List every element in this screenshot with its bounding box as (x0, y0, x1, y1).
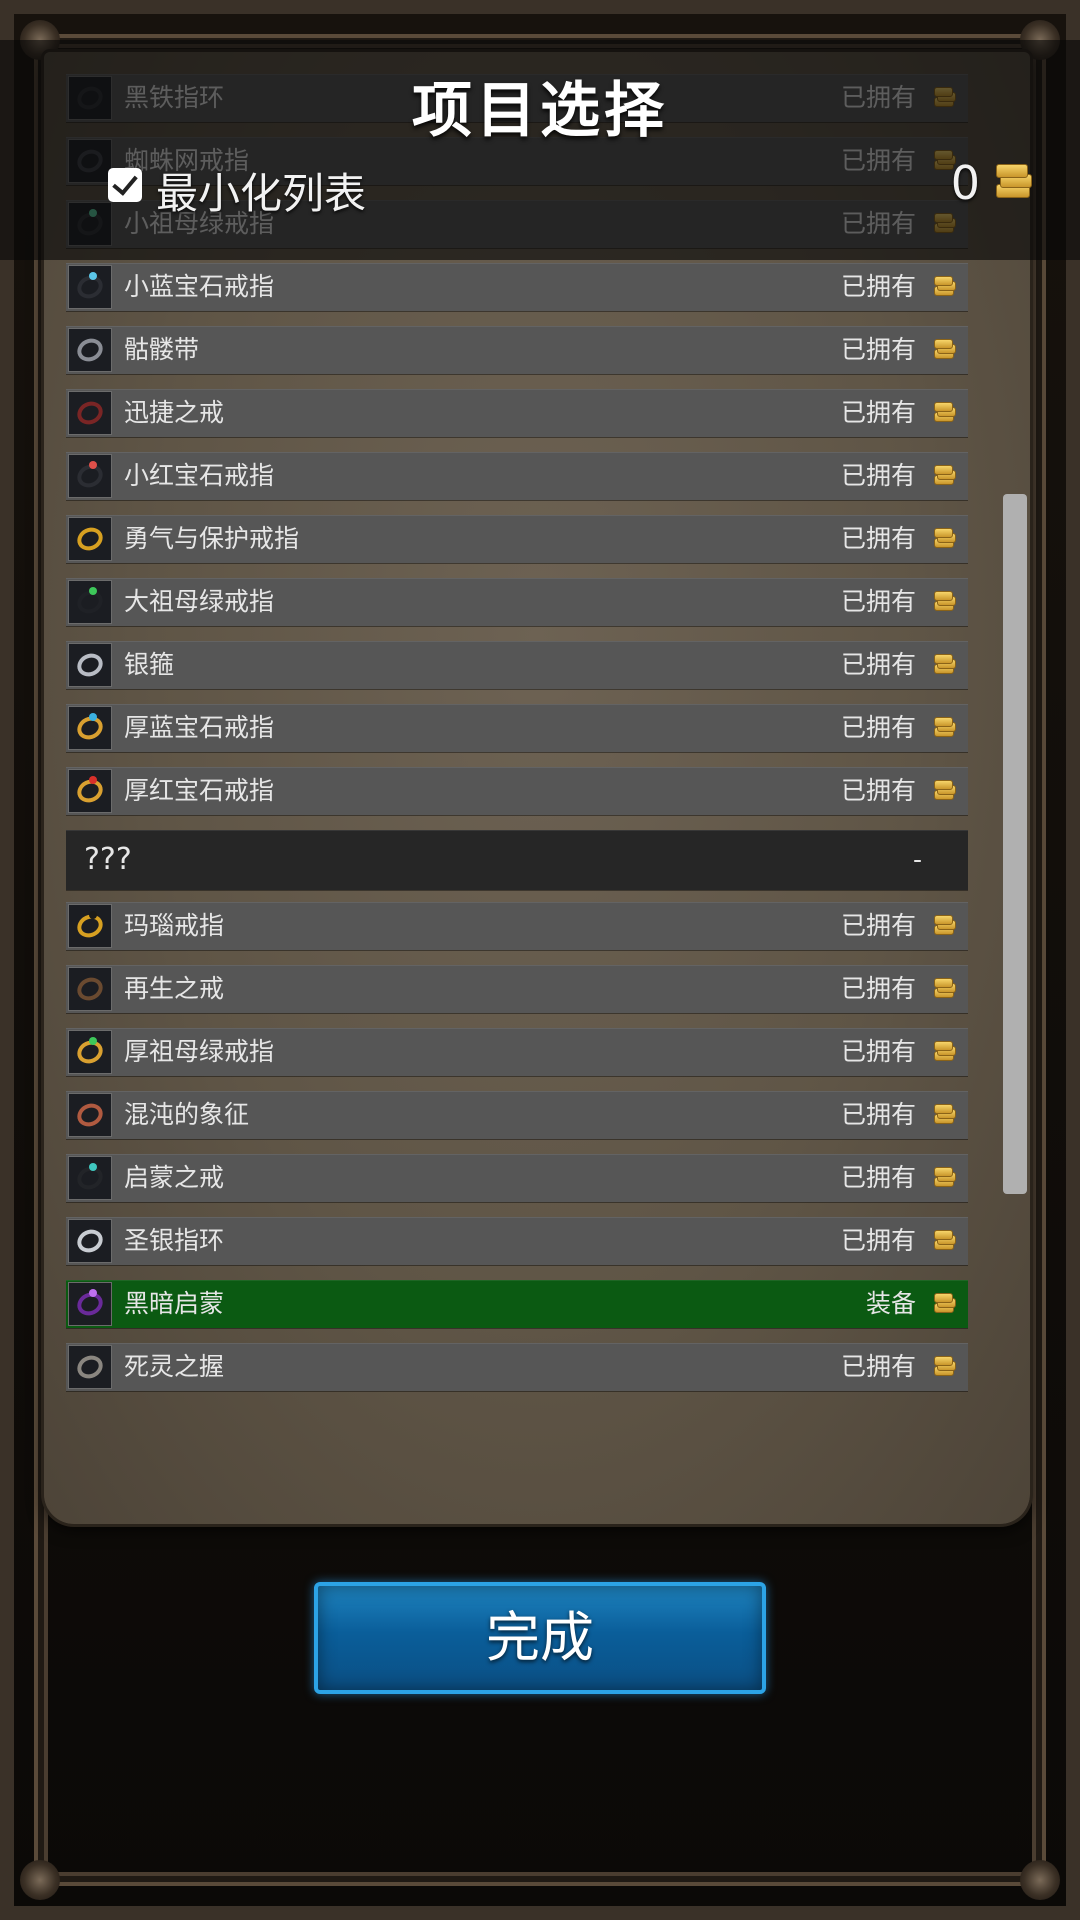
checkmark-icon (112, 169, 138, 196)
item-name: 混沌的象征 (124, 1100, 250, 1129)
item-status: - (912, 845, 922, 874)
gold-coin-icon (932, 1041, 956, 1061)
item-status: 已拥有 (840, 524, 916, 553)
ring-icon (68, 580, 112, 624)
item-name: ??? (84, 842, 132, 877)
ring-icon (68, 706, 112, 750)
list-item[interactable]: 再生之戒 已拥有 (66, 965, 968, 1013)
item-name: 迅捷之戒 (124, 398, 225, 427)
item-name: 银箍 (124, 650, 175, 679)
item-status: 装备 (865, 1289, 916, 1318)
item-status: 已拥有 (840, 587, 916, 616)
list-item[interactable]: 小蓝宝石戒指 已拥有 (66, 263, 968, 311)
gold-coins-icon (992, 160, 1034, 200)
item-name: 玛瑙戒指 (124, 911, 225, 940)
item-name: 死灵之握 (124, 1352, 225, 1381)
ring-icon (68, 967, 112, 1011)
item-name: 启蒙之戒 (124, 1163, 225, 1192)
item-name: 厚红宝石戒指 (124, 776, 275, 805)
list-item[interactable]: 银箍 已拥有 (66, 641, 968, 689)
item-status: 已拥有 (840, 1226, 916, 1255)
gold-coin-icon (932, 717, 956, 737)
item-name: 厚祖母绿戒指 (124, 1037, 275, 1066)
item-name: 黑暗启蒙 (124, 1289, 225, 1318)
ring-icon (68, 1093, 112, 1137)
item-name: 小蓝宝石戒指 (124, 272, 275, 301)
ring-icon (68, 769, 112, 813)
gold-coin-icon (932, 1356, 956, 1376)
page-title: 项目选择 (412, 76, 668, 146)
ring-icon (68, 391, 112, 435)
done-button[interactable]: 完成 (314, 1582, 766, 1694)
list-item[interactable]: 勇气与保护戒指 已拥有 (66, 515, 968, 563)
item-status: 已拥有 (840, 272, 916, 301)
item-status: 已拥有 (840, 776, 916, 805)
gold-coin-icon (932, 1230, 956, 1250)
gold-coin-icon (932, 276, 956, 296)
item-name: 大祖母绿戒指 (124, 587, 275, 616)
gold-coin-icon (932, 591, 956, 611)
minimize-list-checkbox[interactable] (108, 168, 142, 202)
list-item[interactable]: 大祖母绿戒指 已拥有 (66, 578, 968, 626)
list-item[interactable]: 骷髅带 已拥有 (66, 326, 968, 374)
item-status: 已拥有 (840, 1037, 916, 1066)
item-name: 勇气与保护戒指 (124, 524, 300, 553)
list-item[interactable]: 厚蓝宝石戒指 已拥有 (66, 704, 968, 752)
ring-icon (68, 643, 112, 687)
item-status: 已拥有 (840, 974, 916, 1003)
list-item-equipped[interactable]: 黑暗启蒙 装备 (66, 1280, 968, 1328)
item-status: 已拥有 (840, 650, 916, 679)
gold-coin-icon (932, 780, 956, 800)
gold-coin-icon (932, 654, 956, 674)
item-status: 已拥有 (840, 335, 916, 364)
item-status: 已拥有 (840, 1100, 916, 1129)
gold-coin-icon (932, 528, 956, 548)
item-name: 圣银指环 (124, 1226, 225, 1255)
gold-coin-icon (932, 339, 956, 359)
item-name: 小红宝石戒指 (124, 461, 275, 490)
gold-coin-icon (932, 1293, 956, 1313)
ring-icon (68, 265, 112, 309)
list-item[interactable]: 启蒙之戒 已拥有 (66, 1154, 968, 1202)
item-status: 已拥有 (840, 713, 916, 742)
item-status: 已拥有 (840, 461, 916, 490)
item-name: 厚蓝宝石戒指 (124, 713, 275, 742)
gold-coin-icon (932, 402, 956, 422)
list-item[interactable]: 圣银指环 已拥有 (66, 1217, 968, 1265)
list-item[interactable]: 小红宝石戒指 已拥有 (66, 452, 968, 500)
ring-icon (68, 1030, 112, 1074)
minimize-list-label[interactable]: 最小化列表 (156, 160, 366, 221)
frame-corner-ornament (20, 1860, 60, 1900)
item-name: 再生之戒 (124, 974, 225, 1003)
list-item[interactable]: 死灵之握 已拥有 (66, 1343, 968, 1391)
ring-icon (68, 1156, 112, 1200)
ring-icon (68, 1219, 112, 1263)
ring-icon (68, 454, 112, 498)
gold-coin-icon (932, 1167, 956, 1187)
gold-coin-icon (932, 915, 956, 935)
item-status: 已拥有 (840, 398, 916, 427)
list-item[interactable]: 厚红宝石戒指 已拥有 (66, 767, 968, 815)
gold-coin-icon (932, 978, 956, 998)
item-name: 骷髅带 (124, 335, 200, 364)
list-item[interactable]: 厚祖母绿戒指 已拥有 (66, 1028, 968, 1076)
item-status: 已拥有 (840, 1163, 916, 1192)
list-item[interactable]: 迅捷之戒 已拥有 (66, 389, 968, 437)
item-status: 已拥有 (840, 911, 916, 940)
ring-icon (68, 904, 112, 948)
ring-icon (68, 1345, 112, 1389)
gold-coin-icon (932, 465, 956, 485)
ring-icon (68, 328, 112, 372)
list-item[interactable]: 玛瑙戒指 已拥有 (66, 902, 968, 950)
gold-amount: 0 (950, 156, 980, 210)
list-section-header[interactable]: ??? - (66, 830, 968, 890)
gold-coin-icon (932, 1104, 956, 1124)
ring-icon (68, 1282, 112, 1326)
list-scrollbar[interactable] (1003, 494, 1027, 1194)
list-item[interactable]: 混沌的象征 已拥有 (66, 1091, 968, 1139)
frame-corner-ornament (1020, 1860, 1060, 1900)
item-status: 已拥有 (840, 1352, 916, 1381)
ring-icon (68, 517, 112, 561)
